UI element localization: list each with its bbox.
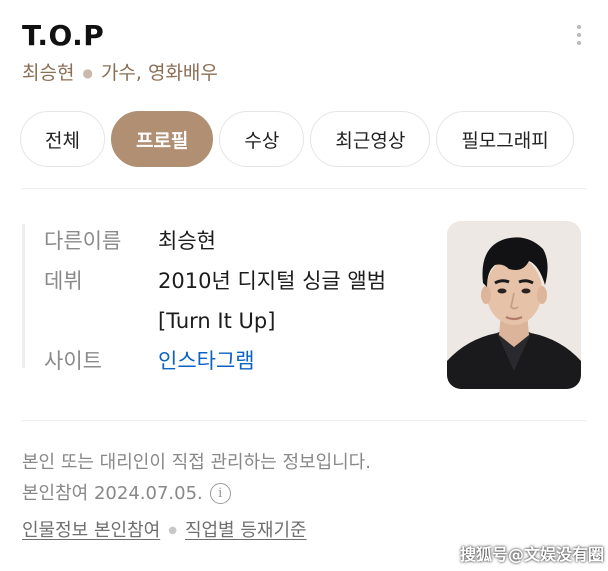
tab-awards[interactable]: 수상 bbox=[219, 111, 305, 167]
info-accent-bar bbox=[22, 224, 25, 368]
tab-bar: 전체 프로필 수상 최근영상 필모그래피 bbox=[20, 111, 608, 167]
info-label: 데뷔 bbox=[44, 269, 83, 293]
info-row-site: 사이트 인스타그램 bbox=[44, 341, 444, 381]
profile-info: 다른이름 최승현 데뷔 2010년 디지털 싱글 앨범 [Turn It Up]… bbox=[44, 221, 444, 381]
tab-profile[interactable]: 프로필 bbox=[110, 111, 214, 167]
person-roles: 가수, 영화배우 bbox=[100, 62, 218, 84]
debut-line-1: 2010년 디지털 싱글 앨범 bbox=[158, 269, 387, 293]
info-label: 사이트 bbox=[44, 349, 102, 373]
verified-date: 본인참여 2024.07.05. bbox=[22, 483, 203, 504]
profile-header: T.O.P 최승현 ● 가수, 영화배우 bbox=[22, 18, 588, 98]
info-row-debut: 데뷔 2010년 디지털 싱글 앨범 [Turn It Up] bbox=[44, 261, 444, 341]
more-vertical-icon[interactable] bbox=[570, 22, 588, 48]
divider bbox=[22, 188, 586, 189]
registration-criteria-link[interactable]: 직업별 등재기준 bbox=[185, 515, 307, 546]
tab-recent-videos[interactable]: 최근영상 bbox=[310, 111, 431, 167]
managed-notice: 본인 또는 대리인이 직접 관리하는 정보입니다. bbox=[22, 452, 371, 473]
info-label: 다른이름 bbox=[44, 229, 122, 253]
tab-filmography[interactable]: 필모그래피 bbox=[436, 111, 574, 167]
footer: 본인 또는 대리인이 직접 관리하는 정보입니다. 본인참여 2024.07.0… bbox=[22, 447, 592, 546]
person-subtitle: 최승현 ● 가수, 영화배우 bbox=[22, 60, 588, 86]
watermark: 搜狐号@文娱没有圈 bbox=[459, 545, 604, 564]
info-value: 최승현 bbox=[158, 229, 216, 253]
instagram-link[interactable]: 인스타그램 bbox=[158, 341, 255, 381]
profile-section: 다른이름 최승현 데뷔 2010년 디지털 싱글 앨범 [Turn It Up]… bbox=[22, 221, 582, 391]
info-circle-icon[interactable]: i bbox=[209, 483, 231, 504]
person-name: T.O.P bbox=[22, 19, 105, 52]
profile-photo[interactable] bbox=[447, 221, 581, 389]
portrait-image bbox=[447, 221, 581, 389]
separator-dot: ● bbox=[168, 525, 177, 536]
verified-line: 본인참여 2024.07.05. i bbox=[22, 478, 592, 509]
info-row-alias: 다른이름 최승현 bbox=[44, 221, 444, 261]
tab-all[interactable]: 전체 bbox=[20, 111, 105, 167]
info-value: 2010년 디지털 싱글 앨범 [Turn It Up] bbox=[158, 261, 386, 341]
person-real-name: 최승현 bbox=[22, 62, 75, 84]
person-info-participation-link[interactable]: 인물정보 본인참여 bbox=[22, 515, 160, 546]
divider bbox=[22, 420, 586, 421]
debut-line-2: [Turn It Up] bbox=[158, 309, 276, 333]
separator-dot: ● bbox=[82, 66, 93, 80]
